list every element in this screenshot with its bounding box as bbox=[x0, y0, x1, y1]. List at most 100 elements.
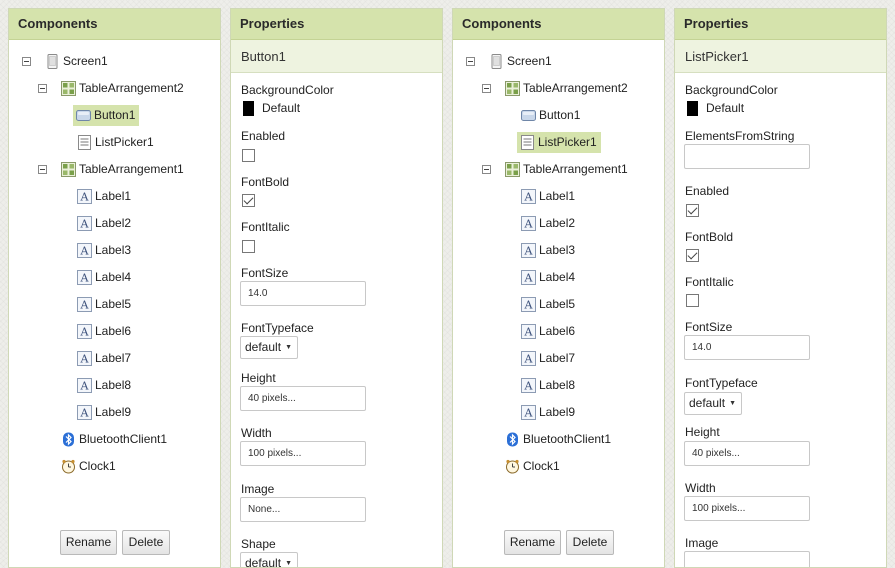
enabled-checkbox[interactable] bbox=[686, 204, 699, 217]
table-arrangement-icon bbox=[505, 161, 520, 177]
table-arrangement-icon bbox=[61, 161, 76, 177]
width-input[interactable]: 100 pixels... bbox=[240, 441, 366, 466]
image-input[interactable] bbox=[684, 551, 810, 567]
tree-node-tablearrangement1[interactable]: TableArrangement1 bbox=[61, 157, 184, 181]
collapse-toggle-icon[interactable] bbox=[38, 84, 47, 93]
tree-node-label3[interactable]: A Label3 bbox=[77, 238, 131, 262]
fontbold-checkbox[interactable] bbox=[242, 194, 255, 207]
tree-node-content: TableArrangement1 bbox=[61, 161, 184, 177]
fontitalic-checkbox[interactable] bbox=[242, 240, 255, 253]
collapse-toggle-icon[interactable] bbox=[38, 165, 47, 174]
tree-node-listpicker1[interactable]: ListPicker1 bbox=[77, 130, 154, 154]
collapse-toggle-icon[interactable] bbox=[482, 165, 491, 174]
tree-node-label: BluetoothClient1 bbox=[523, 432, 612, 446]
collapse-toggle-icon[interactable] bbox=[22, 57, 31, 66]
tree-node-content: TableArrangement1 bbox=[505, 161, 628, 177]
tree-node-label4[interactable]: A Label4 bbox=[77, 265, 131, 289]
svg-text:A: A bbox=[80, 271, 90, 284]
tree-node-label1[interactable]: A Label1 bbox=[521, 184, 575, 208]
tree-node-label: Label4 bbox=[95, 270, 132, 284]
tree-node-tablearrangement2[interactable]: TableArrangement2 bbox=[61, 76, 184, 100]
tree-node-label7[interactable]: A Label7 bbox=[77, 346, 131, 370]
tree-node-label6[interactable]: A Label6 bbox=[521, 319, 575, 343]
elements-from-string-input[interactable] bbox=[684, 144, 810, 169]
tree-node-label2[interactable]: A Label2 bbox=[77, 211, 131, 235]
svg-text:A: A bbox=[524, 325, 534, 338]
tree-node-button1[interactable]: Button1 bbox=[521, 103, 580, 127]
tree-node-label4[interactable]: A Label4 bbox=[521, 265, 575, 289]
width-input[interactable]: 100 pixels... bbox=[684, 496, 810, 521]
rename-button[interactable]: Rename bbox=[504, 530, 561, 555]
fontbold-checkbox[interactable] bbox=[686, 249, 699, 262]
tree-node-label: Label6 bbox=[95, 324, 132, 338]
tree-node-label: Screen1 bbox=[63, 54, 108, 68]
delete-button[interactable]: Delete bbox=[122, 530, 170, 555]
fonttypeface-value: default bbox=[689, 396, 726, 410]
tree-node-label5[interactable]: A Label5 bbox=[521, 292, 575, 316]
tree-node-label3[interactable]: A Label3 bbox=[521, 238, 575, 262]
background-color-value[interactable]: Default bbox=[262, 101, 300, 115]
fontitalic-label: FontItalic bbox=[685, 275, 734, 289]
tree-node-clock1[interactable]: Clock1 bbox=[61, 454, 116, 478]
label-icon: A bbox=[77, 323, 92, 339]
tree-node-tablearrangement2[interactable]: TableArrangement2 bbox=[505, 76, 628, 100]
fontsize-input[interactable]: 14.0 bbox=[240, 281, 366, 306]
svg-text:A: A bbox=[80, 298, 90, 311]
shape-dropdown[interactable]: default ▼ bbox=[240, 552, 299, 568]
tree-node-label8[interactable]: A Label8 bbox=[77, 373, 131, 397]
tree-node-button1[interactable]: Button1 bbox=[73, 103, 140, 127]
fontsize-label: FontSize bbox=[685, 320, 733, 334]
collapse-toggle-icon[interactable] bbox=[482, 84, 491, 93]
tree-node-label2[interactable]: A Label2 bbox=[521, 211, 575, 235]
enabled-checkbox[interactable] bbox=[242, 149, 255, 162]
tree-node-label9[interactable]: A Label9 bbox=[521, 400, 575, 424]
background-color-swatch[interactable] bbox=[243, 101, 254, 116]
tree-node-label: Label9 bbox=[539, 405, 576, 419]
tree-node-label8[interactable]: A Label8 bbox=[521, 373, 575, 397]
tree-node-label: Button1 bbox=[94, 108, 136, 122]
height-input[interactable]: 40 pixels... bbox=[684, 441, 810, 466]
tree-node-listpicker1[interactable]: ListPicker1 bbox=[517, 130, 601, 154]
tree-node-label6[interactable]: A Label6 bbox=[77, 319, 131, 343]
svg-text:A: A bbox=[524, 244, 534, 257]
tree-node-label: ListPicker1 bbox=[95, 135, 154, 149]
label-icon: A bbox=[521, 269, 536, 285]
tree-node-label: TableArrangement2 bbox=[79, 81, 184, 95]
tree-node-tablearrangement1[interactable]: TableArrangement1 bbox=[505, 157, 628, 181]
tree-node-label5[interactable]: A Label5 bbox=[77, 292, 131, 316]
image-input[interactable]: None... bbox=[240, 497, 366, 522]
tree-node-label: Label1 bbox=[539, 189, 576, 203]
tree-node-screen1[interactable]: Screen1 bbox=[489, 49, 552, 73]
label-icon: A bbox=[77, 269, 92, 285]
table-arrangement-icon bbox=[505, 80, 520, 96]
tree-node-content: A Label1 bbox=[77, 188, 131, 204]
tree-node-label1[interactable]: A Label1 bbox=[77, 184, 131, 208]
tree-node-content: A Label5 bbox=[77, 296, 131, 312]
components-header: Components bbox=[453, 9, 664, 40]
label-icon: A bbox=[77, 215, 92, 231]
dropdown-arrow-icon: ▼ bbox=[729, 400, 737, 407]
tree-node-label9[interactable]: A Label9 bbox=[77, 400, 131, 424]
height-label: Height bbox=[685, 425, 720, 439]
bluetooth-icon bbox=[61, 432, 76, 447]
collapse-toggle-icon[interactable] bbox=[466, 57, 475, 66]
delete-button[interactable]: Delete bbox=[566, 530, 614, 555]
background-color-value[interactable]: Default bbox=[706, 101, 744, 115]
tree-node-label: Label5 bbox=[539, 297, 576, 311]
shape-value: default bbox=[245, 556, 282, 568]
tree-node-screen1[interactable]: Screen1 bbox=[45, 49, 108, 73]
fonttypeface-dropdown[interactable]: default ▼ bbox=[684, 392, 743, 415]
tree-node-bluetoothclient1[interactable]: BluetoothClient1 bbox=[505, 427, 611, 451]
fontitalic-checkbox[interactable] bbox=[686, 294, 699, 307]
fontsize-input[interactable]: 14.0 bbox=[684, 335, 810, 360]
tree-node-bluetoothclient1[interactable]: BluetoothClient1 bbox=[61, 427, 167, 451]
background-color-swatch[interactable] bbox=[687, 101, 698, 116]
tree-node-label7[interactable]: A Label7 bbox=[521, 346, 575, 370]
rename-button[interactable]: Rename bbox=[60, 530, 117, 555]
height-input[interactable]: 40 pixels... bbox=[240, 386, 366, 411]
tree-node-content: A Label3 bbox=[521, 242, 575, 258]
tree-node-clock1[interactable]: Clock1 bbox=[505, 454, 560, 478]
tree-node-content: A Label2 bbox=[77, 215, 131, 231]
label-icon: A bbox=[77, 404, 92, 420]
fonttypeface-dropdown[interactable]: default ▼ bbox=[240, 336, 299, 359]
